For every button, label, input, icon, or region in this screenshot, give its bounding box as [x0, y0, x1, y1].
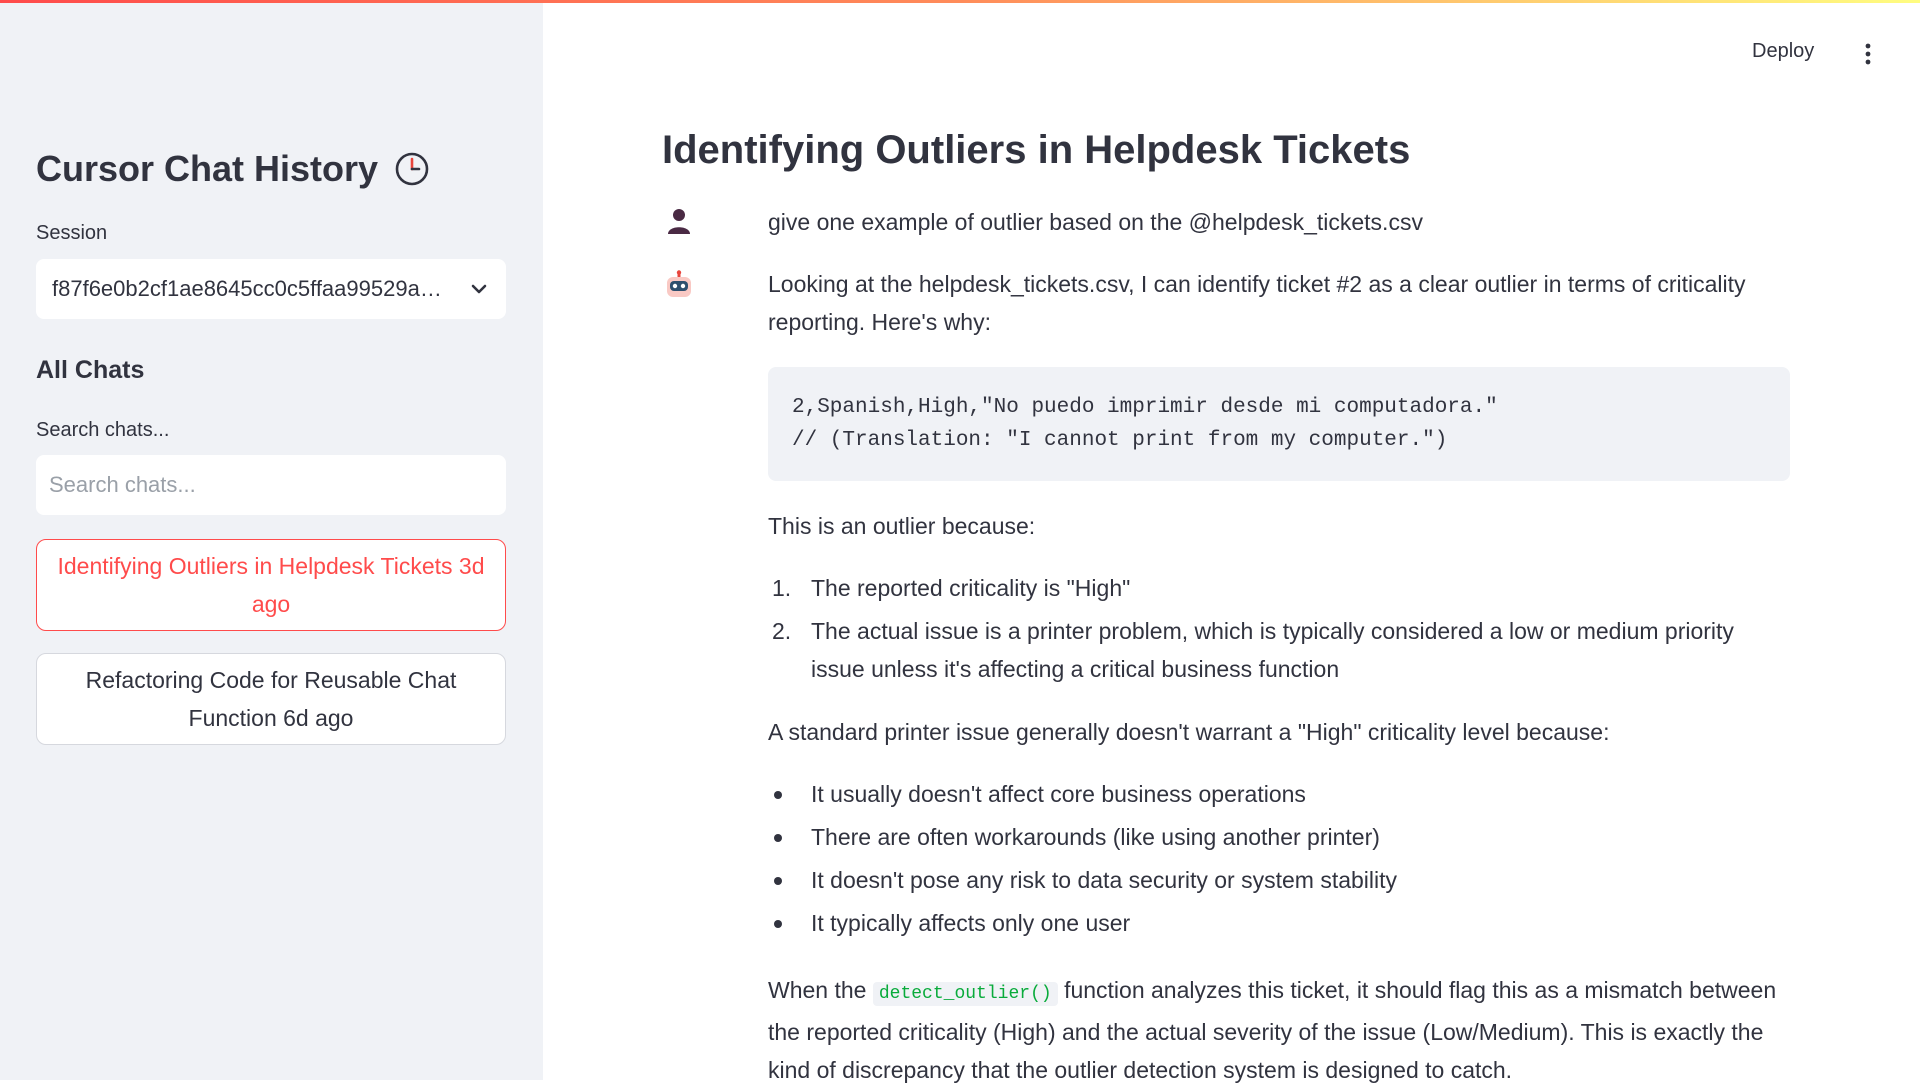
reasons-list: 1. The reported criticality is "High" 2.… [768, 569, 1790, 693]
vertical-dots-icon[interactable] [1856, 42, 1880, 66]
bullet-list: It usually doesn't affect core business … [768, 775, 1790, 947]
list-item-text: It usually doesn't affect core business … [811, 781, 1306, 807]
sidebar-title: Cursor Chat History [36, 148, 430, 190]
sidebar-title-text: Cursor Chat History [36, 148, 379, 189]
list-item: It doesn't pose any risk to data securit… [768, 861, 1790, 899]
bullet-dot [774, 877, 782, 885]
assistant-intro: Looking at the helpdesk_tickets.csv, I c… [768, 271, 1746, 335]
all-chats-heading: All Chats [36, 356, 145, 384]
bullet-dot [774, 920, 782, 928]
reason-intro: This is an outlier because: [768, 513, 1036, 539]
robot-icon [667, 270, 691, 297]
list-item-text: It typically affects only one user [811, 910, 1131, 936]
deploy-button[interactable]: Deploy [1752, 40, 1814, 63]
list-item: It usually doesn't affect core business … [768, 775, 1790, 813]
search-chats-label: Search chats... [36, 419, 170, 441]
session-label: Session [36, 222, 108, 244]
chevron-down-icon [471, 284, 487, 294]
bullet-dot [774, 834, 782, 842]
list-item: 2. The actual issue is a printer problem… [768, 612, 1790, 688]
list-item-text: The actual issue is a printer problem, w… [811, 618, 1734, 682]
list-number: 1. [772, 575, 792, 601]
code-block: 2,Spanish,High,"No puedo imprimir desde … [768, 367, 1790, 481]
bullet-dot [774, 791, 782, 799]
session-select-value: f87f6e0b2cf1ae8645cc0c5ffaa99529a3c8e1f2 [52, 276, 452, 301]
user-message: give one example of outlier based on the… [768, 209, 1423, 235]
session-select[interactable]: f87f6e0b2cf1ae8645cc0c5ffaa99529a3c8e1f2 [36, 259, 506, 319]
chat-item[interactable]: Refactoring Code for Reusable Chat Funct… [36, 653, 506, 745]
standard-intro: A standard printer issue generally doesn… [768, 719, 1610, 745]
list-item-text: The reported criticality is "High" [811, 575, 1131, 601]
list-item: It typically affects only one user [768, 904, 1790, 942]
list-item-text: There are often workarounds (like using … [811, 824, 1380, 850]
list-item: 1. The reported criticality is "High" [768, 569, 1790, 607]
conclusion-text-before: When the [768, 977, 867, 1003]
clock-icon [395, 152, 429, 186]
top-decoration-bar [0, 0, 1920, 3]
list-item: There are often workarounds (like using … [768, 818, 1790, 856]
inline-code: detect_outlier() [872, 982, 1058, 1006]
list-item-text: It doesn't pose any risk to data securit… [811, 867, 1398, 893]
search-chats-input[interactable] [36, 455, 506, 515]
sidebar: Cursor Chat History Session f87f6e0b2cf1… [0, 0, 543, 1080]
chat-item-active[interactable]: Identifying Outliers in Helpdesk Tickets… [36, 539, 506, 631]
page-title: Identifying Outliers in Helpdesk Tickets [662, 128, 1411, 172]
conclusion-paragraph: When the detect_outlier() function analy… [768, 971, 1790, 1089]
list-number: 2. [772, 618, 792, 644]
user-icon [668, 209, 690, 234]
